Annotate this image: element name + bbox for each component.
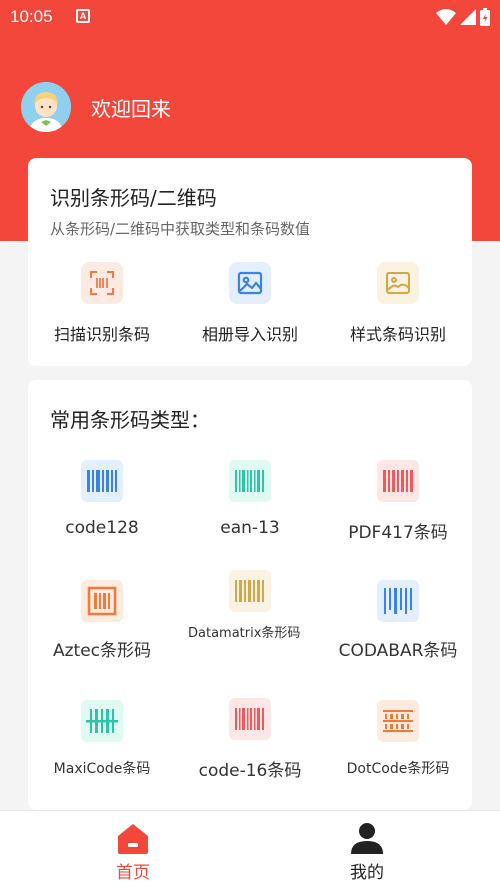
style-image-icon — [377, 262, 419, 304]
battery-icon — [480, 8, 490, 26]
type-datamatrix[interactable]: Datamatrix条形码 — [176, 570, 324, 670]
type-ean13-label: ean-13 — [220, 518, 280, 538]
type-pdf417-label: PDF417条码 — [348, 523, 448, 543]
notification-icon: A — [76, 9, 90, 23]
barcode-types-card: 常用条形码类型： code128 ean-13 PDF417条码 Aztec条形… — [28, 380, 472, 810]
type-code16-label: code-16条码 — [198, 761, 302, 781]
type-code128[interactable]: code128 — [28, 460, 176, 560]
style-barcode-button[interactable]: 样式条码识别 — [324, 262, 472, 344]
avatar[interactable] — [21, 82, 71, 132]
scan-barcode-button[interactable]: 扫描识别条码 — [28, 262, 176, 344]
type-aztec-label: Aztec条形码 — [52, 641, 152, 661]
barcode-stack-icon — [377, 700, 419, 742]
barcode-icon — [377, 460, 419, 502]
wifi-icon — [436, 9, 456, 25]
signal-icon — [460, 9, 476, 25]
recognize-card: 识别条形码/二维码 从条形码/二维码中获取类型和条码数值 扫描识别条码 相册导入… — [28, 158, 472, 366]
bottom-nav: 首页 我的 — [0, 810, 500, 888]
type-codabar-label: CODABAR条码 — [338, 641, 458, 661]
scan-barcode-label: 扫描识别条码 — [53, 325, 150, 344]
barcode-icon — [229, 460, 271, 502]
welcome-text: 欢迎回来 — [91, 97, 171, 121]
status-bar: 10:05 A — [0, 0, 500, 36]
type-maxicode-label: MaxiCode条码 — [53, 761, 151, 777]
home-icon — [118, 824, 148, 854]
nav-mine-label: 我的 — [350, 863, 384, 883]
barcode-icon — [229, 698, 271, 740]
scan-barcode-icon — [81, 262, 123, 304]
barcode-types-title: 常用条形码类型： — [50, 408, 210, 432]
status-icons — [436, 8, 490, 26]
barcode-icon — [377, 580, 419, 622]
status-time: 10:05 — [10, 7, 53, 26]
type-ean13[interactable]: ean-13 — [176, 460, 324, 560]
user-icon — [351, 823, 383, 854]
barcode-frame-icon — [81, 580, 123, 622]
gallery-import-button[interactable]: 相册导入识别 — [176, 262, 324, 344]
nav-mine[interactable]: 我的 — [242, 811, 492, 888]
recognize-card-subtitle: 从条形码/二维码中获取类型和条码数值 — [50, 220, 311, 238]
style-barcode-label: 样式条码识别 — [349, 325, 446, 344]
nav-home[interactable]: 首页 — [8, 811, 258, 888]
type-maxicode[interactable]: MaxiCode条码 — [28, 700, 176, 800]
type-code16[interactable]: code-16条码 — [176, 698, 324, 798]
type-datamatrix-label: Datamatrix条形码 — [188, 626, 301, 641]
type-aztec[interactable]: Aztec条形码 — [28, 580, 176, 680]
type-dotcode-label: DotCode条形码 — [346, 761, 450, 777]
gallery-import-label: 相册导入识别 — [201, 325, 298, 344]
user-avatar-icon — [21, 82, 71, 132]
recognize-card-title: 识别条形码/二维码 — [50, 186, 217, 210]
type-codabar[interactable]: CODABAR条码 — [324, 580, 472, 680]
barcode-scan-icon — [81, 700, 123, 742]
gallery-icon — [229, 262, 271, 304]
type-dotcode[interactable]: DotCode条形码 — [324, 700, 472, 800]
nav-home-label: 首页 — [116, 863, 150, 883]
type-pdf417[interactable]: PDF417条码 — [324, 460, 472, 560]
barcode-icon — [229, 570, 271, 612]
barcode-icon — [81, 460, 123, 502]
type-code128-label: code128 — [65, 518, 139, 538]
